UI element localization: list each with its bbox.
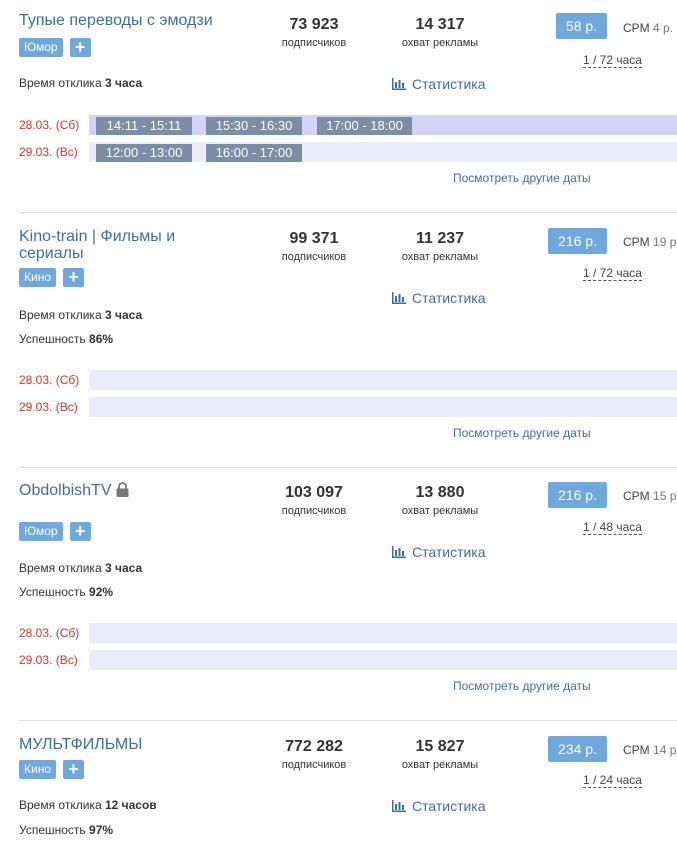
reach-count: 11 237 (415, 230, 465, 247)
bar-chart-icon (392, 78, 406, 90)
response-time: Время отклика 12 часов (19, 798, 157, 812)
price-button[interactable]: 216 р. (548, 228, 607, 254)
cpm-label: CPM (623, 235, 650, 249)
subscribers-label: подписчиков (281, 759, 347, 771)
reach-count: 13 880 (415, 484, 465, 501)
cpm-label: CPM (623, 743, 650, 757)
date-label: 29.03. (Вс) (19, 145, 78, 159)
stats-link[interactable]: Статистика (392, 798, 486, 814)
bar-chart-icon (392, 292, 406, 304)
other-dates-link[interactable]: Посмотреть другие даты (453, 679, 591, 693)
date-schedule-row (89, 623, 677, 643)
lock-icon (116, 482, 128, 497)
subscribers-count: 73 923 (289, 16, 339, 33)
reach-label: охват рекламы (401, 37, 479, 49)
cpm-value: 15 р (653, 489, 677, 503)
stats-label: Статистика (412, 798, 486, 814)
post-frequency[interactable]: 1 / 24 часа (583, 773, 642, 788)
success-rate: Успешность 92% (19, 585, 114, 599)
cpm-value: 19 р (653, 235, 677, 249)
subscribers-label: подписчиков (281, 251, 347, 263)
stats-link[interactable]: Статистика (392, 290, 486, 306)
time-slot[interactable]: 17:00 - 18:00 (317, 117, 412, 135)
time-slot[interactable]: 16:00 - 17:00 (206, 144, 302, 162)
date-schedule-row: 14:11 - 15:11 15:30 - 16:30 17:00 - 18:0… (89, 115, 677, 135)
date-label: 29.03. (Вс) (19, 400, 78, 414)
other-dates-link[interactable]: Посмотреть другие даты (453, 171, 591, 185)
subscribers-label: подписчиков (281, 37, 347, 49)
success-rate: Успешность 97% (19, 823, 114, 837)
bar-chart-icon (392, 800, 406, 812)
subscribers-count: 772 282 (285, 738, 343, 755)
channel-title[interactable]: МУЛЬТФИЛЬМЫ (19, 736, 249, 753)
cpm-label: CPM (623, 489, 650, 503)
bar-chart-icon (392, 546, 406, 558)
reach-count: 15 827 (415, 738, 465, 755)
date-schedule-row (89, 397, 677, 417)
category-tag[interactable]: Кино (19, 268, 56, 287)
stats-label: Статистика (412, 76, 486, 92)
post-frequency[interactable]: 1 / 72 часа (583, 53, 642, 68)
stats-label: Статистика (412, 290, 486, 306)
category-tag[interactable]: Юмор (19, 522, 63, 541)
date-schedule-row: 12:00 - 13:00 16:00 - 17:00 (89, 142, 677, 162)
post-frequency[interactable]: 1 / 72 часа (583, 266, 642, 281)
card-divider (19, 212, 677, 213)
card-divider (19, 720, 677, 721)
stats-link[interactable]: Статистика (392, 544, 486, 560)
channel-title[interactable]: Kino-train | Фильмы и сериалы (19, 228, 209, 262)
time-slot[interactable]: 14:11 - 15:11 (96, 117, 192, 135)
response-time: Время отклика 3 часа (19, 308, 143, 322)
success-rate: Успешность 86% (19, 332, 114, 346)
reach-label: охват рекламы (401, 251, 479, 263)
date-label: 29.03. (Вс) (19, 653, 78, 667)
date-schedule-row (89, 650, 677, 670)
stats-label: Статистика (412, 544, 486, 560)
date-label: 28.03. (Сб) (19, 373, 80, 387)
cpm-value: 4 р. (653, 21, 674, 35)
category-tag[interactable]: Кино (19, 760, 56, 779)
date-schedule-row (89, 370, 677, 390)
price-button[interactable]: 216 р. (548, 482, 607, 508)
cpm-label: CPM (623, 21, 650, 35)
add-plus-button[interactable]: + (63, 268, 84, 287)
subscribers-label: подписчиков (281, 505, 347, 517)
reach-count: 14 317 (415, 16, 465, 33)
date-label: 28.03. (Сб) (19, 626, 80, 640)
reach-label: охват рекламы (401, 505, 479, 517)
reach-label: охват рекламы (401, 759, 479, 771)
price-button[interactable]: 234 р. (548, 736, 607, 762)
time-slot[interactable]: 12:00 - 13:00 (96, 144, 192, 162)
date-label: 28.03. (Сб) (19, 118, 80, 132)
card-divider (19, 467, 677, 468)
stats-link[interactable]: Статистика (392, 76, 486, 92)
response-time: Время отклика 3 часа (19, 76, 143, 90)
post-frequency[interactable]: 1 / 48 часа (583, 520, 642, 535)
channel-title[interactable]: ObdolbishTV (19, 482, 249, 499)
subscribers-count: 99 371 (289, 230, 339, 247)
category-tag[interactable]: Юмор (19, 38, 63, 57)
response-time: Время отклика 3 часа (19, 561, 143, 575)
cpm-value: 14 р (653, 743, 677, 757)
subscribers-count: 103 097 (285, 484, 343, 501)
add-plus-button[interactable]: + (69, 522, 91, 541)
other-dates-link[interactable]: Посмотреть другие даты (453, 426, 591, 440)
add-plus-button[interactable]: + (69, 38, 91, 57)
price-button[interactable]: 58 р. (556, 13, 607, 39)
channel-title[interactable]: Тупые переводы с эмодзи (19, 12, 249, 29)
add-plus-button[interactable]: + (63, 760, 84, 779)
time-slot[interactable]: 15:30 - 16:30 (206, 117, 302, 135)
